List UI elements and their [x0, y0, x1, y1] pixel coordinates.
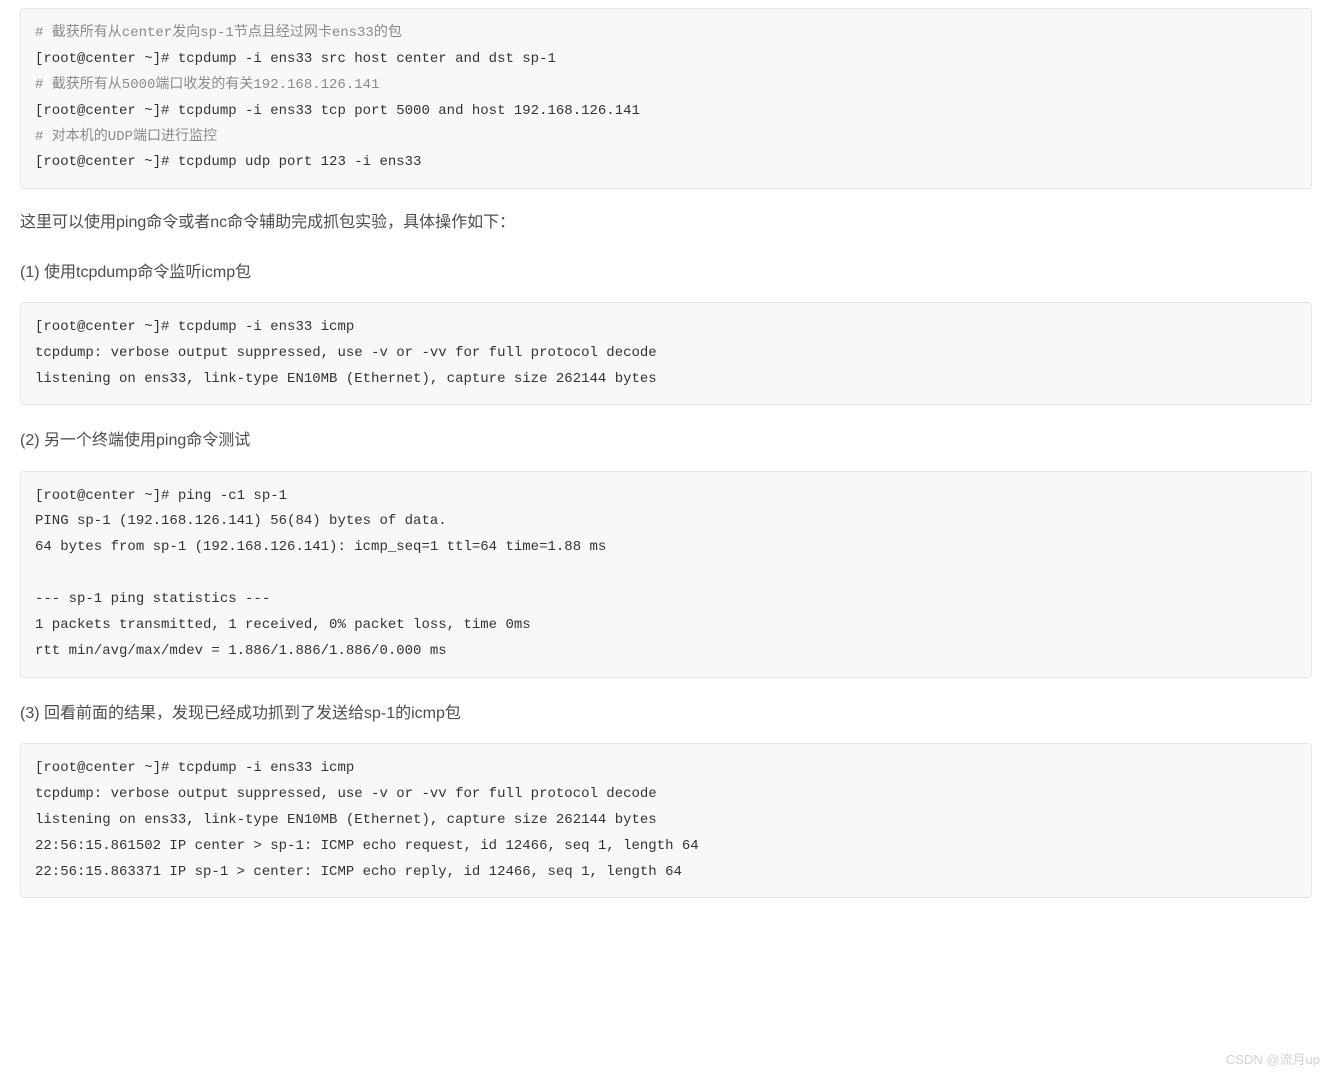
code-line: [root@center ~]# tcpdump -i ens33 src ho…: [35, 51, 556, 67]
code-block-tcpdump-examples: # 截获所有从center发向sp-1节点且经过网卡ens33的包 [root@…: [20, 8, 1312, 189]
code-block-capture-result: [root@center ~]# tcpdump -i ens33 icmp t…: [20, 743, 1312, 898]
code-block-ping-test: [root@center ~]# ping -c1 sp-1 PING sp-1…: [20, 471, 1312, 678]
heading-step-1: (1) 使用tcpdump命令监听icmp包: [20, 259, 1312, 286]
code-comment: # 对本机的UDP端口进行监控: [35, 129, 217, 145]
code-line: [root@center ~]# tcpdump udp port 123 -i…: [35, 154, 421, 170]
code-comment: # 截获所有从5000端口收发的有关192.168.126.141: [35, 77, 379, 93]
heading-step-2: (2) 另一个终端使用ping命令测试: [20, 427, 1312, 454]
code-comment: # 截获所有从center发向sp-1节点且经过网卡ens33的包: [35, 25, 402, 41]
code-block-listen-icmp: [root@center ~]# tcpdump -i ens33 icmp t…: [20, 302, 1312, 406]
heading-step-3: (3) 回看前面的结果，发现已经成功抓到了发送给sp-1的icmp包: [20, 700, 1312, 727]
watermark-text: CSDN @流月up: [1226, 1049, 1320, 1068]
code-line: [root@center ~]# tcpdump -i ens33 tcp po…: [35, 103, 640, 119]
paragraph-intro: 这里可以使用ping命令或者nc命令辅助完成抓包实验，具体操作如下：: [20, 209, 1312, 236]
